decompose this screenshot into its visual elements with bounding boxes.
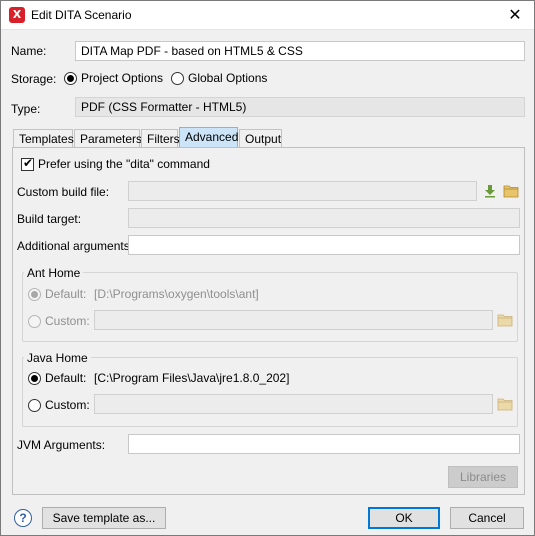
title-bar: X Edit DITA Scenario ✕ xyxy=(1,1,534,30)
storage-label: Storage: xyxy=(11,72,57,86)
tab-advanced[interactable]: Advanced xyxy=(179,127,238,148)
java-home-title: Java Home xyxy=(24,351,91,365)
storage-global-options-label: Global Options xyxy=(188,71,268,85)
radio-indicator xyxy=(64,71,77,85)
custom-build-file-label: Custom build file: xyxy=(17,185,110,199)
jvm-arguments-label: JVM Arguments: xyxy=(17,438,106,452)
storage-project-options-radio[interactable]: Project Options xyxy=(64,71,163,85)
java-home-custom-radio[interactable]: Custom: xyxy=(28,398,90,412)
java-home-default-path: [C:\Program Files\Java\jre1.8.0_202] xyxy=(94,371,290,385)
java-home-browse-folder-icon[interactable] xyxy=(497,397,513,411)
java-home-default-label: Default: xyxy=(45,371,87,385)
ant-home-default-label: Default: xyxy=(45,287,87,301)
java-home-custom-input[interactable] xyxy=(94,394,493,414)
custom-build-file-input[interactable] xyxy=(128,181,477,201)
save-template-as-button[interactable]: Save template as... xyxy=(42,507,166,529)
ant-home-custom-radio[interactable]: Custom: xyxy=(28,314,90,328)
tab-templates[interactable]: Templates xyxy=(13,129,74,148)
oxygen-app-icon: X xyxy=(9,7,25,23)
java-home-custom-label: Custom: xyxy=(45,398,90,412)
storage-global-options-radio[interactable]: Global Options xyxy=(171,71,267,85)
tab-filters[interactable]: Filters xyxy=(141,129,180,148)
ok-button[interactable]: OK xyxy=(368,507,440,529)
browse-folder-icon[interactable] xyxy=(503,184,519,198)
ant-home-custom-input[interactable] xyxy=(94,310,493,330)
name-label: Name: xyxy=(11,44,47,58)
download-icon[interactable] xyxy=(483,184,497,198)
type-label: Type: xyxy=(11,102,41,116)
radio-indicator xyxy=(28,371,41,385)
ant-home-title: Ant Home xyxy=(24,266,84,280)
ant-home-group xyxy=(22,272,518,342)
additional-arguments-input[interactable] xyxy=(128,235,520,255)
ant-home-browse-folder-icon[interactable] xyxy=(497,313,513,327)
name-input[interactable]: DITA Map PDF - based on HTML5 & CSS xyxy=(75,41,525,61)
radio-indicator xyxy=(28,314,41,328)
close-icon[interactable]: ✕ xyxy=(496,1,534,30)
edit-dita-scenario-dialog: X Edit DITA Scenario ✕ Name: DITA Map PD… xyxy=(0,0,535,536)
additional-arguments-label: Additional arguments: xyxy=(17,239,134,253)
build-target-label: Build target: xyxy=(17,212,82,226)
radio-indicator xyxy=(171,71,184,85)
cancel-button[interactable]: Cancel xyxy=(450,507,524,529)
radio-indicator xyxy=(28,287,41,301)
libraries-button[interactable]: Libraries xyxy=(448,466,518,488)
type-value: PDF (CSS Formatter - HTML5) xyxy=(75,97,525,117)
window-title: Edit DITA Scenario xyxy=(31,8,132,22)
ant-home-custom-label: Custom: xyxy=(45,314,90,328)
check-mark-icon: ✔ xyxy=(23,156,34,170)
prefer-dita-label: Prefer using the "dita" command xyxy=(38,157,210,171)
build-target-input[interactable] xyxy=(128,208,520,228)
ant-home-default-radio[interactable]: Default: xyxy=(28,287,86,301)
tab-parameters[interactable]: Parameters xyxy=(74,129,142,148)
java-home-group xyxy=(22,357,518,427)
jvm-arguments-input[interactable] xyxy=(128,434,520,454)
java-home-default-radio[interactable]: Default: xyxy=(28,371,86,385)
help-icon[interactable]: ? xyxy=(14,509,32,527)
storage-project-options-label: Project Options xyxy=(81,71,164,85)
ant-home-default-path: [D:\Programs\oxygen\tools\ant] xyxy=(94,287,259,301)
tab-output[interactable]: Output xyxy=(239,129,282,148)
prefer-dita-checkbox[interactable]: ✔ xyxy=(21,156,34,171)
radio-indicator xyxy=(28,398,41,412)
